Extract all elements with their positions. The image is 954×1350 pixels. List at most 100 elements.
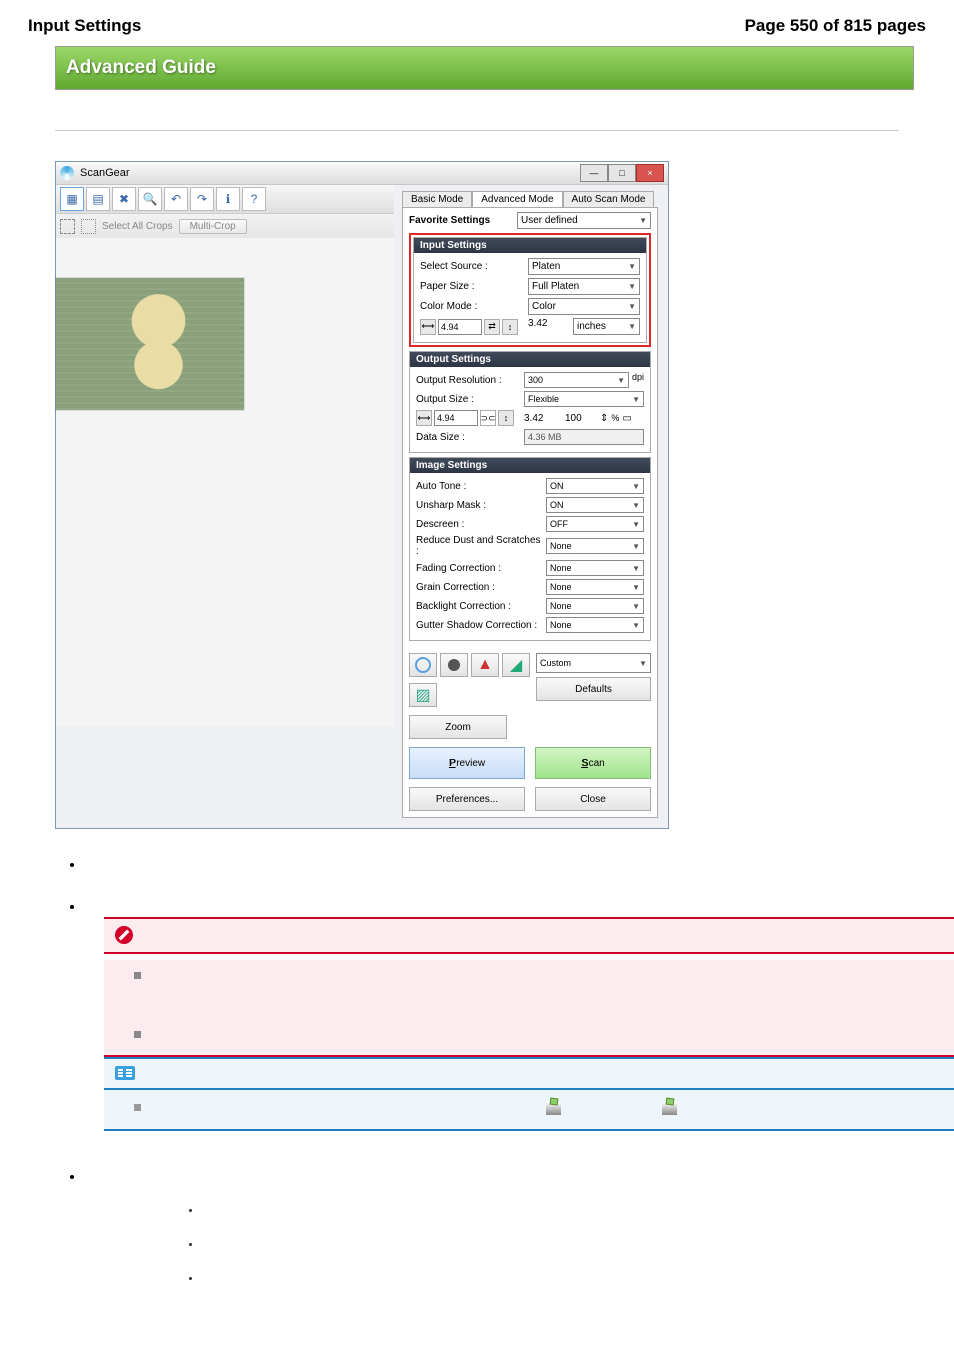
- favorite-select[interactable]: User defined▼: [517, 212, 651, 229]
- close-button[interactable]: Close: [535, 787, 651, 811]
- imgset-select[interactable]: OFF▼: [546, 516, 644, 532]
- info-icon[interactable]: ℹ: [216, 187, 240, 211]
- scangear-window: ScanGear — □ × ▦ ▤ ✖ 🔍 ↶ ↷ ℹ ? Select Al…: [55, 161, 669, 829]
- imgset-label: Descreen :: [416, 519, 546, 530]
- multi-crop-button[interactable]: Multi-Crop: [179, 219, 247, 234]
- defaults-button[interactable]: Defaults: [536, 677, 651, 701]
- dpi-label: dpi: [632, 372, 644, 388]
- brightness-icon[interactable]: [440, 653, 468, 677]
- height-icon: ↕: [502, 319, 518, 335]
- list-item: [202, 1205, 954, 1217]
- imgset-label: Grain Correction :: [416, 582, 546, 593]
- source-select[interactable]: Platen▼: [528, 258, 640, 275]
- list-item: [202, 1273, 954, 1285]
- imgset-select[interactable]: None▼: [546, 579, 644, 595]
- imgset-label: Reduce Dust and Scratches :: [416, 535, 546, 557]
- preview-image: [116, 288, 201, 398]
- imgset-select[interactable]: None▼: [546, 598, 644, 614]
- tab-basic[interactable]: Basic Mode: [402, 191, 472, 207]
- clear-icon[interactable]: ✖: [112, 187, 136, 211]
- divider: [55, 130, 899, 131]
- bullet-icon: [134, 1031, 141, 1038]
- window-maximize[interactable]: □: [608, 164, 636, 182]
- outputsize-label: Output Size :: [416, 394, 524, 405]
- imgset-select[interactable]: ON▼: [546, 478, 644, 494]
- window-close[interactable]: ×: [636, 164, 664, 182]
- preferences-button[interactable]: Preferences...: [409, 787, 525, 811]
- unit-select[interactable]: inches▼: [573, 318, 640, 335]
- tab-auto[interactable]: Auto Scan Mode: [563, 191, 655, 207]
- imgset-label: Fading Correction :: [416, 563, 546, 574]
- imgset-label: Unsharp Mask :: [416, 500, 546, 511]
- preview-button[interactable]: PPreview: [409, 747, 525, 779]
- list-item: [84, 857, 954, 871]
- advanced-guide-banner: Advanced Guide: [55, 46, 914, 90]
- zoom-icon[interactable]: 🔍: [138, 187, 162, 211]
- scan-button[interactable]: SScan: [535, 747, 651, 779]
- rotate-left-icon[interactable]: ↶: [164, 187, 188, 211]
- list-item: [84, 899, 954, 1141]
- scangear-icon: [60, 166, 74, 180]
- input-settings-head: Input Settings: [414, 238, 646, 253]
- image-settings-head: Image Settings: [410, 458, 650, 473]
- out-percent[interactable]: 100: [565, 413, 597, 424]
- imgset-select[interactable]: None▼: [546, 560, 644, 576]
- output-settings-head: Output Settings: [410, 352, 650, 367]
- preview-area[interactable]: [56, 238, 394, 726]
- lock-icon[interactable]: ⊃⊂: [480, 410, 496, 426]
- help-icon[interactable]: ?: [242, 187, 266, 211]
- paper-orient-icon: [662, 1102, 677, 1115]
- zoom-button[interactable]: Zoom: [409, 715, 507, 739]
- crop-icon-2: [81, 219, 96, 234]
- paper-label: Paper Size :: [420, 281, 528, 292]
- crop-icon: [60, 219, 75, 234]
- list-item: [202, 1239, 954, 1251]
- note-bar: [104, 1057, 954, 1090]
- tonecurve-icon[interactable]: ◢: [502, 653, 530, 677]
- width-icon: ⟷: [420, 319, 436, 335]
- input-settings-highlight: Input Settings Select Source :Platen▼ Pa…: [409, 233, 651, 347]
- preview-thumbnail[interactable]: [56, 278, 244, 410]
- thumbnail-view-icon[interactable]: ▦: [60, 187, 84, 211]
- toolbar: ▦ ▤ ✖ 🔍 ↶ ↷ ℹ ?: [56, 185, 394, 214]
- datasize-label: Data Size :: [416, 432, 524, 443]
- histogram-icon[interactable]: ▲: [471, 653, 499, 677]
- bullet-icon: [134, 972, 141, 979]
- window-titlebar: ScanGear — □ ×: [56, 162, 668, 185]
- colormode-label: Color Mode :: [420, 301, 528, 312]
- important-bar: [104, 917, 954, 954]
- custom-select[interactable]: Custom▼: [536, 653, 651, 673]
- window-minimize[interactable]: —: [580, 164, 608, 182]
- orient-icon[interactable]: ▭: [622, 413, 631, 424]
- imgset-select[interactable]: None▼: [546, 538, 644, 554]
- list-item: [84, 1169, 954, 1285]
- page-title: Input Settings: [28, 16, 141, 36]
- bullet-icon: [134, 1104, 141, 1111]
- pct-spinner[interactable]: ⇕: [600, 413, 608, 424]
- tab-advanced[interactable]: Advanced Mode: [472, 191, 562, 207]
- out-width[interactable]: 4.94: [434, 410, 478, 426]
- rotate-right-icon[interactable]: ↷: [190, 187, 214, 211]
- imgset-label: Backlight Correction :: [416, 601, 546, 612]
- imgset-label: Gutter Shadow Correction :: [416, 620, 546, 631]
- imgset-select[interactable]: ON▼: [546, 497, 644, 513]
- saturation-icon[interactable]: [409, 653, 437, 677]
- select-all-crops[interactable]: Select All Crops: [102, 221, 173, 232]
- paper-select[interactable]: Full Platen▼: [528, 278, 640, 295]
- resolution-select[interactable]: 300▼: [524, 372, 629, 388]
- imgset-select[interactable]: None▼: [546, 617, 644, 633]
- whole-view-icon[interactable]: ▤: [86, 187, 110, 211]
- input-height[interactable]: 3.42: [528, 318, 570, 335]
- final-review-icon[interactable]: ▨: [409, 683, 437, 707]
- input-width[interactable]: 4.94: [438, 319, 482, 335]
- colormode-select[interactable]: Color▼: [528, 298, 640, 315]
- swap-icon[interactable]: ⇄: [484, 319, 500, 335]
- datasize-value: 4.36 MB: [524, 429, 644, 445]
- window-title: ScanGear: [80, 167, 130, 179]
- out-height[interactable]: 3.42: [524, 413, 562, 424]
- outputsize-select[interactable]: Flexible▼: [524, 391, 644, 407]
- paper-orient-icon: [546, 1102, 561, 1115]
- out-width-icon: ⟷: [416, 410, 432, 426]
- favorite-label: Favorite Settings: [409, 215, 517, 226]
- source-label: Select Source :: [420, 261, 528, 272]
